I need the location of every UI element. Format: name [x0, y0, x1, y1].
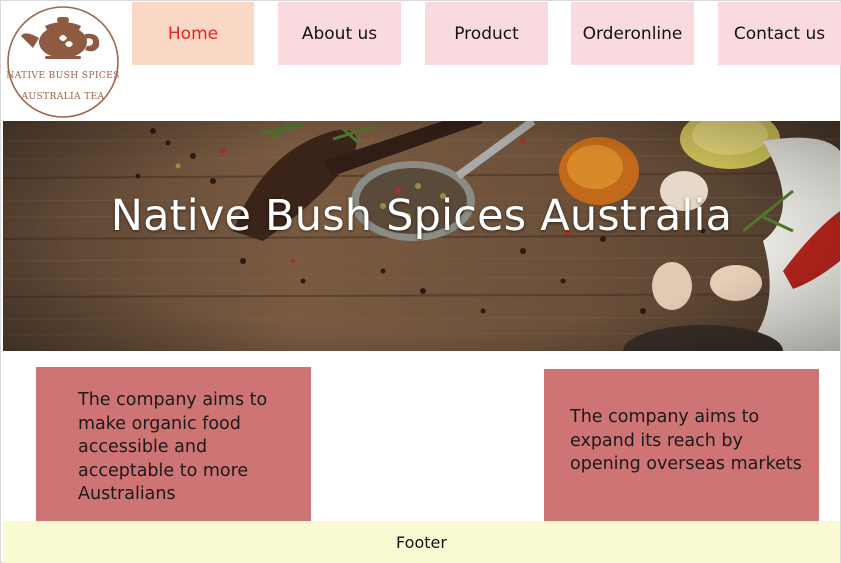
hero-banner: Native Bush Spices Australia: [3, 121, 840, 351]
info-card-organic: The company aims to make organic food ac…: [36, 367, 311, 521]
nav-home[interactable]: Home: [132, 2, 254, 65]
nav-about-us[interactable]: About us: [278, 2, 401, 65]
nav-order-online[interactable]: Orderonline: [571, 2, 694, 65]
logo-line-2: AUSTRALIA TEA: [20, 91, 104, 102]
logo-line-1: NATIVE BUSH SPICES: [6, 70, 119, 81]
info-card-organic-text: The company aims to make organic food ac…: [78, 390, 268, 504]
hero-title: Native Bush Spices Australia: [110, 191, 733, 241]
nav-contact-us[interactable]: Contact us: [718, 2, 841, 65]
footer-text: Footer: [396, 532, 447, 552]
info-card-overseas-text: The company aims to expand its reach by …: [570, 407, 802, 474]
page: NATIVE BUSH SPICES AUSTRALIA TEA Home Ab…: [0, 0, 841, 563]
footer: Footer: [3, 521, 840, 563]
info-card-overseas: The company aims to expand its reach by …: [544, 369, 819, 521]
brand-logo[interactable]: NATIVE BUSH SPICES AUSTRALIA TEA: [5, 4, 121, 120]
nav-product[interactable]: Product: [425, 2, 548, 65]
